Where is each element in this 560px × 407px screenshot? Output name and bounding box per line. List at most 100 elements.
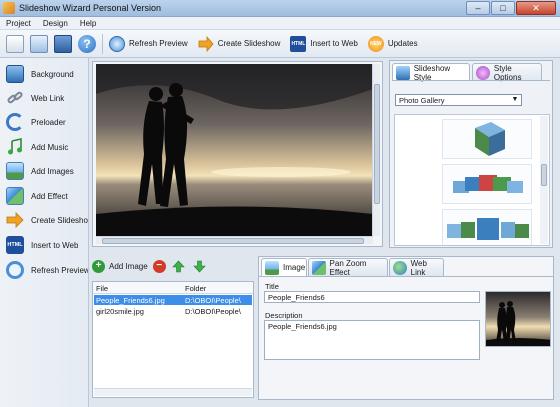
create-slideshow-button[interactable]: Create Slideshow — [198, 35, 281, 52]
sidebar-item-refresh-preview[interactable]: Refresh Preview — [6, 258, 88, 282]
move-up-icon[interactable] — [172, 260, 185, 273]
file-table-scrollbar[interactable] — [94, 388, 252, 396]
pan-zoom-icon — [312, 260, 326, 275]
window-title: Slideshow Wizard Personal Version — [19, 3, 162, 13]
sidebar-item-label: Preloader — [31, 117, 66, 127]
preview-horizontal-scrollbar[interactable] — [96, 236, 373, 244]
table-row[interactable]: girl20smile.jpg D:\OBOI\People\ — [94, 306, 252, 316]
sidebar-item-label: Add Images — [31, 166, 74, 176]
add-image-icon[interactable]: + — [92, 259, 105, 273]
menu-bar: Project Design Help — [0, 17, 560, 30]
sidebar-item-label: Create Slideshow — [31, 215, 88, 225]
sidebar-item-label: Add Music — [31, 142, 69, 152]
chevron-down-icon: ▼ — [511, 96, 519, 103]
sidebar-item-label: Web Link — [31, 93, 65, 103]
style-dropdown[interactable]: Photo Gallery ▼ — [395, 94, 522, 106]
tab-divider — [259, 276, 553, 277]
help-icon[interactable]: ? — [78, 34, 96, 53]
move-down-icon[interactable] — [193, 260, 206, 273]
sidebar-item-create-slideshow[interactable]: Create Slideshow — [6, 208, 88, 232]
sidebar-item-add-music[interactable]: Add Music — [6, 135, 88, 159]
gallery-item-fan[interactable] — [442, 164, 532, 204]
style-options-icon — [476, 65, 490, 80]
music-note-icon — [8, 138, 22, 155]
folder-path: D:\OBOI\People\ — [185, 307, 241, 316]
images-icon — [6, 162, 24, 180]
sidebar-item-label: Insert to Web — [31, 240, 79, 250]
updates-button[interactable]: NEW Updates — [367, 35, 418, 52]
tab-slideshow-style[interactable]: Slideshow Style — [392, 63, 470, 82]
tab-pan-zoom-effect[interactable]: Pan Zoom Effect — [308, 258, 388, 277]
title-label: Title — [265, 282, 279, 291]
open-project-icon[interactable] — [30, 34, 48, 53]
insert-to-web-label: Insert to Web — [310, 39, 358, 48]
effect-icon — [6, 187, 24, 205]
preview-vertical-scrollbar[interactable] — [372, 64, 380, 236]
gallery-item-cube[interactable] — [442, 119, 532, 159]
tab-style-options[interactable]: Style Options — [472, 63, 542, 82]
sidebar-item-background[interactable]: Background — [6, 62, 88, 86]
column-file[interactable]: File — [96, 284, 108, 293]
tab-label: Pan Zoom Effect — [329, 258, 367, 277]
close-button[interactable]: ✕ — [516, 1, 556, 15]
sidebar-item-preloader[interactable]: Preloader — [6, 110, 88, 134]
menu-design[interactable]: Design — [37, 19, 74, 28]
refresh-preview-button[interactable]: Refresh Preview — [109, 35, 188, 52]
slideshow-style-icon — [396, 65, 410, 80]
menu-help[interactable]: Help — [74, 19, 102, 28]
magnifier-icon — [6, 261, 24, 279]
file-table: File Folder People_Friends6.jpg D:\OBOI\… — [92, 281, 254, 398]
scrollbar-thumb[interactable] — [102, 238, 364, 244]
tab-web-link[interactable]: Web Link — [389, 258, 444, 277]
description-label: Description — [265, 311, 303, 320]
save-icon[interactable] — [54, 34, 72, 53]
remove-image-icon[interactable]: − — [152, 259, 166, 273]
gallery-scrollbar[interactable] — [540, 116, 548, 244]
sidebar: Background Web Link Preloader Add Music … — [0, 58, 89, 407]
file-list-toolbar: + Add Image − — [92, 257, 254, 275]
new-badge-icon: NEW — [367, 35, 384, 52]
preview-image — [96, 64, 373, 236]
new-project-icon[interactable] — [6, 34, 24, 53]
file-table-header: File Folder — [93, 282, 253, 294]
scrollbar-thumb[interactable] — [374, 84, 380, 204]
tab-label: Slideshow Style — [413, 63, 451, 82]
sidebar-item-web-link[interactable]: Web Link — [6, 86, 88, 110]
create-slideshow-arrow-icon — [198, 35, 214, 52]
folder-path: D:\OBOI\People\ — [185, 296, 241, 305]
refresh-preview-label: Refresh Preview — [129, 39, 188, 48]
sidebar-item-insert-to-web[interactable]: HTML Insert to Web — [6, 233, 88, 257]
preview-panel — [92, 61, 383, 247]
sidebar-item-label: Background — [31, 69, 74, 79]
column-folder[interactable]: Folder — [185, 284, 206, 293]
dropdown-value: Photo Gallery — [399, 96, 445, 105]
add-image-label[interactable]: Add Image — [109, 262, 148, 271]
gallery-item-strip[interactable] — [442, 209, 532, 245]
menu-project[interactable]: Project — [0, 19, 37, 28]
properties-panel: Image Pan Zoom Effect Web Link Title Peo… — [258, 256, 554, 400]
insert-to-web-button[interactable]: HTML Insert to Web — [290, 35, 358, 52]
file-name: girl20smile.jpg — [96, 307, 144, 316]
sidebar-item-add-images[interactable]: Add Images — [6, 159, 88, 183]
tab-label: Web Link — [410, 258, 427, 277]
description-field[interactable]: People_Friends6.jpg — [264, 320, 480, 360]
style-gallery — [394, 114, 550, 246]
sidebar-item-add-effect[interactable]: Add Effect — [6, 184, 88, 208]
table-row[interactable]: People_Friends6.jpg D:\OBOI\People\ — [94, 295, 252, 305]
minimize-button[interactable]: – — [466, 1, 490, 15]
maximize-button[interactable]: □ — [491, 1, 515, 15]
title-bar: Slideshow Wizard Personal Version – □ ✕ — [0, 0, 560, 17]
tab-label: Image — [283, 263, 306, 272]
arrow-right-icon — [6, 212, 24, 228]
toolbar-separator — [102, 33, 103, 54]
image-thumbnail — [485, 291, 551, 347]
title-field[interactable]: People_Friends6 — [264, 291, 480, 303]
file-name: People_Friends6.jpg — [96, 296, 165, 305]
create-slideshow-label: Create Slideshow — [217, 39, 281, 48]
chain-link-icon — [7, 91, 23, 104]
scrollbar-thumb[interactable] — [541, 164, 547, 186]
style-panel: Slideshow Style Style Options Photo Gall… — [389, 60, 553, 248]
toolbar: ? Refresh Preview Create Slideshow HTML … — [0, 30, 560, 58]
tab-image[interactable]: Image — [261, 258, 307, 276]
image-icon — [265, 260, 279, 275]
